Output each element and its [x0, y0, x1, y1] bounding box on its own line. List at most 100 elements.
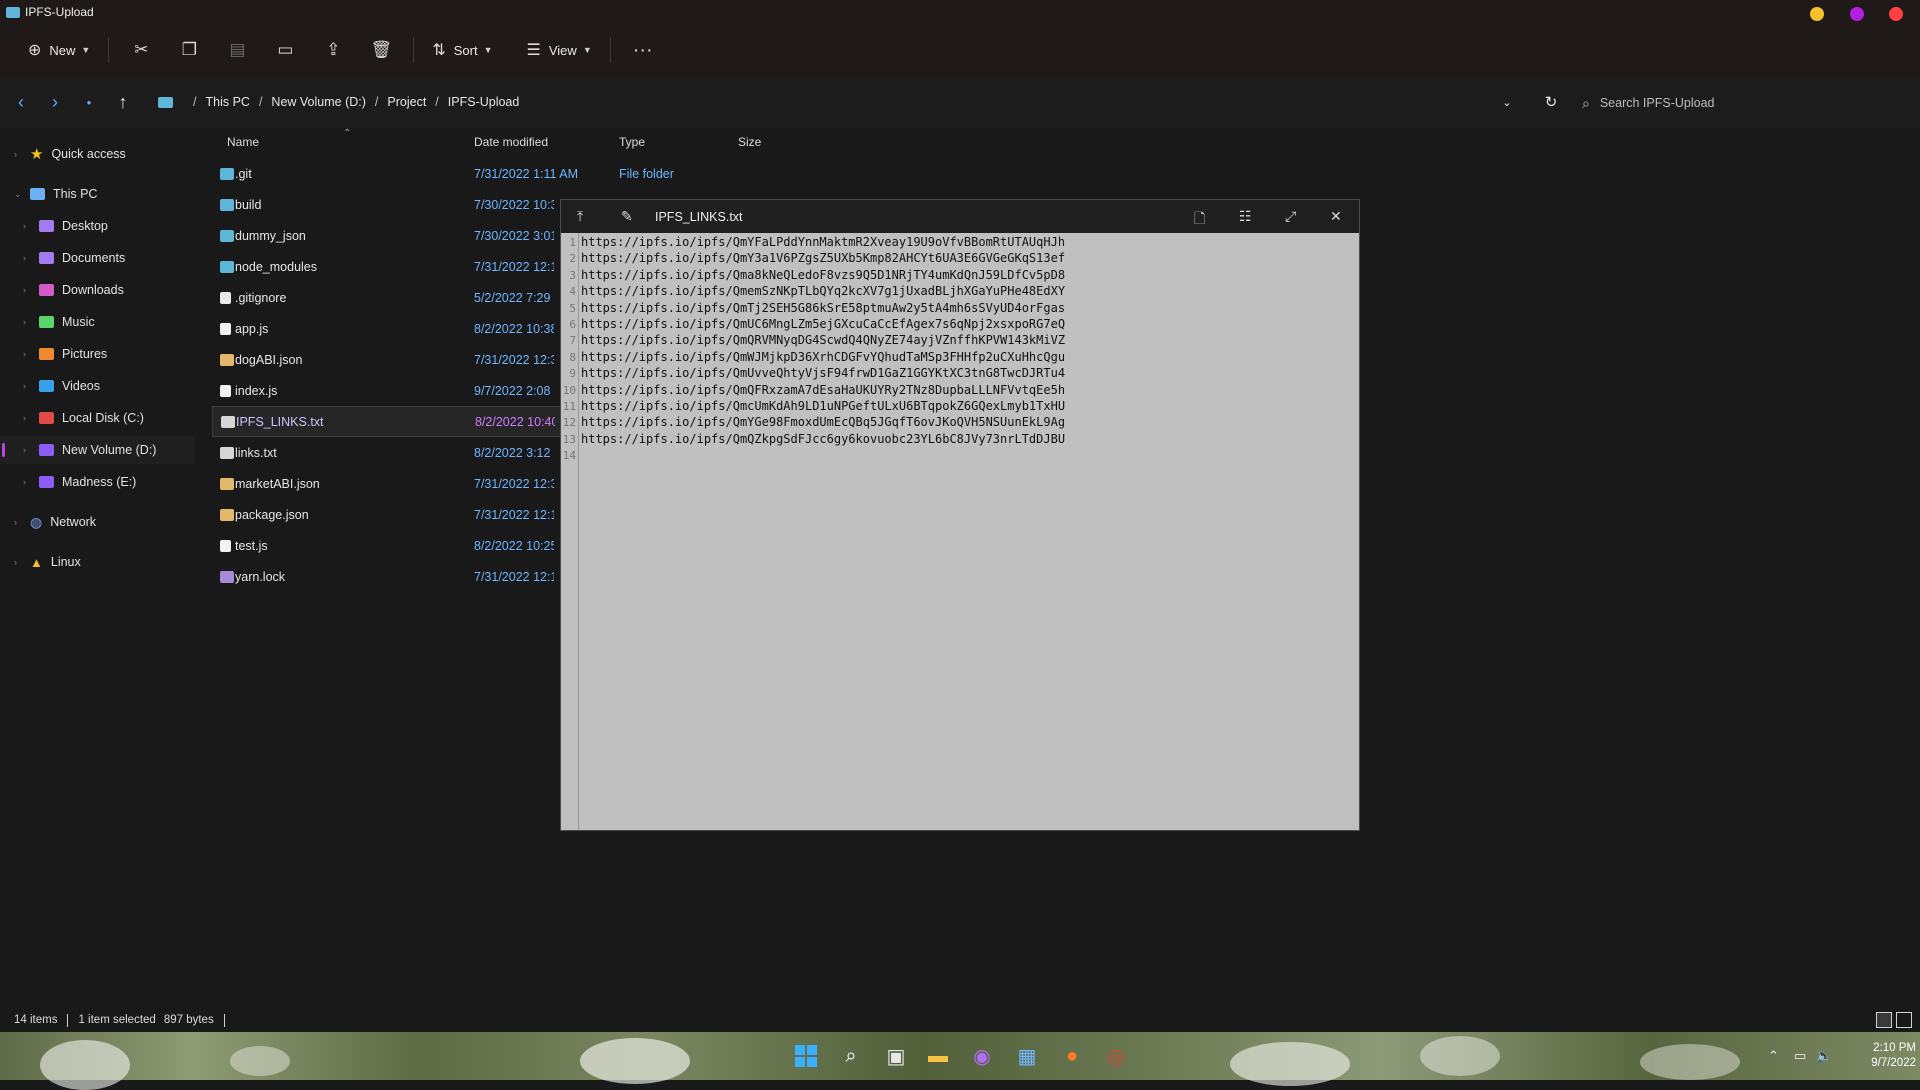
new-button[interactable]: ⊕ New ▼ — [18, 32, 100, 68]
search-input[interactable]: ⌕ Search IPFS-Upload — [1574, 88, 1914, 118]
delete-icon[interactable]: 🗑 — [357, 32, 405, 68]
config-file-icon — [220, 291, 231, 304]
linux-icon: ▲ — [30, 554, 43, 570]
preview-text-area[interactable]: https://ipfs.io/ipfs/QmYFaLPddYnnMaktmR2… — [561, 233, 1359, 830]
sidebar-item-videos[interactable]: › Videos — [0, 372, 195, 400]
pin-icon[interactable]: ✎ — [621, 208, 633, 225]
text-line: https://ipfs.io/ipfs/QmTj2SEH5G86kSrE58p… — [581, 300, 1066, 315]
file-explorer-icon[interactable]: ▬ — [924, 1042, 952, 1070]
file-date: 9/7/2022 2:08 PM — [474, 383, 554, 398]
firefox-icon[interactable]: ● — [1058, 1042, 1086, 1070]
task-view-icon[interactable]: ▣ — [882, 1042, 910, 1070]
recent-locations-icon[interactable]: ● — [72, 85, 106, 119]
column-header-type[interactable]: Type — [619, 135, 645, 149]
share-icon[interactable]: ⇪ — [309, 32, 357, 68]
text-line: https://ipfs.io/ipfs/QmQRVMNyqDG4ScwdQ4Q… — [581, 333, 1066, 348]
breadcrumb-separator: / — [193, 95, 197, 109]
file-name: dogABI.json — [235, 352, 303, 367]
sidebar-label: New Volume (D:) — [62, 443, 157, 457]
refresh-icon[interactable]: ↻ — [1534, 85, 1568, 119]
open-with-icon[interactable]: 🗋 — [1194, 208, 1205, 232]
disk-icon — [39, 444, 54, 456]
tiles-view-icon[interactable] — [1896, 1012, 1912, 1028]
pin-top-icon[interactable]: ⤒ — [577, 208, 583, 225]
breadcrumb-ipfs-upload[interactable]: IPFS-Upload — [448, 95, 520, 109]
toolbar-separator — [413, 37, 415, 63]
properties-icon[interactable]: ☷ — [1239, 208, 1252, 225]
sidebar-item-music[interactable]: › Music — [0, 308, 195, 336]
minimize-button[interactable] — [1810, 7, 1824, 21]
monitor-app-icon[interactable]: ▦ — [1013, 1042, 1041, 1070]
sidebar-item-documents[interactable]: › Documents — [0, 244, 195, 272]
file-date: 7/31/2022 12:31 — [474, 476, 554, 491]
wallpaper-flower — [1420, 1036, 1500, 1076]
sidebar-item-downloads[interactable]: › Downloads — [0, 276, 195, 304]
sidebar-item-network[interactable]: › ◍ Network — [0, 508, 195, 536]
wallpaper-flower — [230, 1046, 290, 1076]
sidebar-item-local-disk-c[interactable]: › Local Disk (C:) — [0, 404, 195, 432]
breadcrumb-new-volume[interactable]: New Volume (D:) — [271, 95, 365, 109]
sidebar-item-linux[interactable]: › ▲ Linux — [0, 548, 195, 576]
videos-folder-icon — [39, 380, 54, 392]
file-name: .gitignore — [235, 290, 287, 305]
text-file-icon — [221, 415, 235, 428]
chevron-right-icon: › — [14, 557, 17, 567]
breadcrumb-project[interactable]: Project — [387, 95, 426, 109]
search-placeholder: Search IPFS-Upload — [1599, 96, 1715, 110]
details-view-icon[interactable] — [1876, 1012, 1892, 1028]
computer-icon — [30, 188, 45, 200]
sidebar-item-pictures[interactable]: › Pictures — [0, 340, 195, 368]
breadcrumb-this-pc[interactable]: This PC — [205, 95, 249, 109]
column-header-date[interactable]: Date modified — [474, 135, 548, 149]
more-options-icon[interactable]: ··· — [619, 32, 667, 68]
start-button[interactable] — [792, 1042, 820, 1070]
cut-icon[interactable]: ✂ — [117, 32, 165, 68]
copy-icon[interactable]: ❐ — [165, 32, 213, 68]
chevron-up-icon[interactable]: ⌃ — [1768, 1048, 1779, 1064]
plus-circle-icon: ⊕ — [28, 42, 42, 59]
file-icon — [220, 539, 231, 552]
sidebar-label: Downloads — [62, 283, 124, 297]
close-icon[interactable]: ✕ — [1330, 208, 1342, 225]
column-header-name[interactable]: Name — [227, 135, 259, 149]
file-date: 8/2/2022 10:40 P — [475, 414, 555, 429]
history-dropdown-icon[interactable]: ⌄ — [1490, 85, 1524, 119]
text-line: https://ipfs.io/ipfs/QmWJMjkpD36XrhCDGFv… — [581, 349, 1066, 364]
forward-button[interactable]: › — [38, 85, 72, 119]
sidebar-item-this-pc[interactable]: ⌄ This PC — [0, 180, 195, 208]
view-button[interactable]: ☰ View ▼ — [517, 32, 602, 68]
file-date: 7/31/2022 1:11 AM — [474, 166, 579, 181]
file-date: 7/30/2022 10:34 — [474, 197, 554, 212]
column-header-size[interactable]: Size — [738, 135, 761, 149]
volume-icon[interactable]: 🔈 — [1816, 1048, 1832, 1064]
messenger-icon[interactable]: ◉ — [968, 1042, 996, 1070]
rename-icon[interactable]: ▭ — [261, 32, 309, 68]
text-line: https://ipfs.io/ipfs/QmcUmKdAh9LD1uNPGef… — [581, 399, 1066, 413]
file-date: 8/2/2022 10:38 P — [474, 321, 554, 336]
fullscreen-icon[interactable]: ⤢ — [1285, 208, 1296, 225]
back-button[interactable]: ‹ — [4, 85, 38, 119]
chrome-icon[interactable]: ◎ — [1102, 1042, 1130, 1070]
list-item[interactable]: .git 7/31/2022 1:11 AM File folder — [212, 158, 755, 189]
breadcrumb-separator: / — [374, 95, 379, 109]
pictures-folder-icon — [39, 348, 54, 360]
sidebar-item-desktop[interactable]: › Desktop — [0, 212, 195, 240]
selection-count: 1 item selected — [78, 1014, 156, 1026]
toolbar-separator — [108, 37, 110, 63]
sidebar-item-new-volume-d[interactable]: › New Volume (D:) — [0, 436, 195, 464]
sidebar-label: Documents — [62, 251, 126, 265]
sidebar-label: This PC — [53, 187, 98, 201]
chevron-down-icon: ⌄ — [14, 188, 22, 199]
sidebar-item-madness-e[interactable]: › Madness (E:) — [0, 468, 195, 496]
up-button[interactable]: ↑ — [106, 85, 140, 119]
json-file-icon — [220, 508, 234, 521]
sort-button[interactable]: ⇅ Sort ▼ — [422, 32, 502, 68]
paste-icon[interactable]: ▤ — [213, 32, 261, 68]
close-button[interactable] — [1889, 7, 1903, 21]
sidebar-item-quick-access[interactable]: › ★ Quick access — [0, 140, 195, 168]
chevron-right-icon: › — [23, 317, 26, 327]
search-icon[interactable]: ⌕ — [837, 1042, 865, 1070]
system-clock[interactable]: 2:10 PM 9/7/2022 — [1836, 1041, 1916, 1071]
maximize-button[interactable] — [1850, 7, 1864, 21]
network-status-icon[interactable]: ▭ — [1794, 1048, 1806, 1064]
